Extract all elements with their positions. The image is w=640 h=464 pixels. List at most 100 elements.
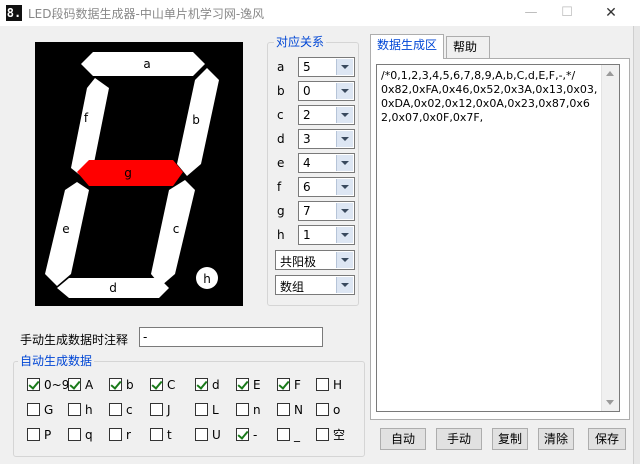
note-input[interactable]: - [139,327,323,347]
title-bar: 8. LED段码数据生成器-中山单片机学习网-逸风 — ☐ ✕ [0,0,640,26]
checkbox-checked-icon[interactable] [150,378,163,391]
tab-help[interactable]: 帮助 [446,36,490,58]
auto-gen-checkbox[interactable]: h [68,402,106,418]
auto-gen-checkbox[interactable]: A [68,377,106,393]
auto-gen-checkbox-label: C [167,378,176,392]
checkbox-unchecked-icon[interactable] [195,403,208,416]
checkbox-unchecked-icon[interactable] [195,428,208,441]
mapping-label-c: c [277,108,284,122]
auto-gen-checkbox-label: G [44,403,54,417]
mapping-value-b: 0 [303,84,311,98]
save-button[interactable]: 保存 [588,428,626,450]
chevron-down-icon[interactable] [336,203,353,219]
window-title: LED段码数据生成器-中山单片机学习网-逸风 [28,7,265,21]
auto-gen-checkbox[interactable]: n [236,402,274,418]
auto-gen-checkbox[interactable]: 空 [316,427,354,443]
checkbox-unchecked-icon[interactable] [316,378,329,391]
auto-gen-checkbox[interactable]: _ [277,427,315,443]
auto-gen-checkbox[interactable]: N [277,402,315,418]
checkbox-unchecked-icon[interactable] [277,428,290,441]
clear-button[interactable]: 清除 [538,428,574,450]
checkbox-unchecked-icon[interactable] [27,428,40,441]
checkbox-unchecked-icon[interactable] [236,403,249,416]
checkbox-unchecked-icon[interactable] [68,403,81,416]
checkbox-checked-icon[interactable] [236,378,249,391]
auto-gen-checkbox[interactable]: d [195,377,233,393]
checkbox-checked-icon[interactable] [68,378,81,391]
checkbox-unchecked-icon[interactable] [277,403,290,416]
maximize-button[interactable]: ☐ [552,2,582,24]
auto-gen-checkbox-label: r [126,428,131,442]
minimize-button[interactable]: — [516,2,546,24]
segment-label-c: c [173,222,180,236]
auto-gen-checkbox[interactable]: 0~9 [27,377,69,393]
output-text: /*0,1,2,3,4,5,6,7,8,9,A,b,C,d,E,F,-,*/ 0… [381,69,598,124]
checkbox-unchecked-icon[interactable] [316,403,329,416]
mapping-value-a: 5 [303,60,311,74]
vertical-scrollbar[interactable] [601,65,619,411]
auto-gen-checkbox[interactable]: t [150,427,188,443]
auto-gen-checkbox[interactable]: - [236,427,274,443]
mapping-label-f: f [277,180,282,194]
auto-gen-checkbox[interactable]: c [109,402,147,418]
checkbox-unchecked-icon[interactable] [27,403,40,416]
chevron-down-icon[interactable] [336,179,353,195]
chevron-down-icon[interactable] [336,59,353,75]
chevron-down-icon[interactable] [336,227,353,243]
checkbox-unchecked-icon[interactable] [150,403,163,416]
mapping-select-g[interactable]: 7 [298,201,355,221]
auto-gen-checkbox[interactable]: C [150,377,188,393]
mapping-select-a[interactable]: 5 [298,57,355,77]
auto-gen-checkbox[interactable]: L [195,402,233,418]
auto-gen-checkbox[interactable]: q [68,427,106,443]
auto-gen-checkbox-label: c [126,403,133,417]
scroll-down-icon[interactable] [606,400,614,405]
polarity-select[interactable]: 共阳极 [275,250,355,270]
mapping-select-c[interactable]: 2 [298,105,355,125]
mapping-select-d[interactable]: 3 [298,129,355,149]
auto-gen-checkbox[interactable]: J [150,402,188,418]
scroll-up-icon[interactable] [606,71,614,76]
auto-gen-checkbox[interactable]: P [27,427,65,443]
segment-label-e: e [62,222,69,236]
output-textarea[interactable]: /*0,1,2,3,4,5,6,7,8,9,A,b,C,d,E,F,-,*/ 0… [376,64,620,412]
auto-gen-checkbox[interactable]: o [316,402,354,418]
chevron-down-icon[interactable] [336,107,353,123]
manual-button[interactable]: 手动 [436,428,482,450]
auto-gen-checkbox[interactable]: H [316,377,354,393]
mapping-select-f[interactable]: 6 [298,177,355,197]
chevron-down-icon[interactable] [336,83,353,99]
auto-gen-checkbox-label: n [253,403,261,417]
checkbox-unchecked-icon[interactable] [109,428,122,441]
auto-gen-checkbox[interactable]: r [109,427,147,443]
chevron-down-icon[interactable] [336,131,353,147]
checkbox-checked-icon[interactable] [109,378,122,391]
checkbox-unchecked-icon[interactable] [150,428,163,441]
chevron-down-icon[interactable] [336,155,353,171]
auto-gen-checkbox[interactable]: F [277,377,315,393]
close-button[interactable]: ✕ [596,2,626,24]
mapping-select-b[interactable]: 0 [298,81,355,101]
auto-gen-checkbox[interactable]: E [236,377,274,393]
chevron-down-icon[interactable] [336,277,353,293]
auto-gen-checkbox[interactable]: U [195,427,233,443]
chevron-down-icon[interactable] [336,252,353,268]
checkbox-checked-icon[interactable] [27,378,40,391]
auto-gen-checkbox-label: 空 [333,428,346,442]
auto-gen-checkbox-label: J [167,403,171,417]
format-select[interactable]: 数组 [275,275,355,295]
tab-data-generation[interactable]: 数据生成区 [370,34,444,59]
auto-gen-checkbox[interactable]: G [27,402,65,418]
mapping-select-e[interactable]: 4 [298,153,355,173]
checkbox-checked-icon[interactable] [195,378,208,391]
mapping-select-h[interactable]: 1 [298,225,355,245]
checkbox-unchecked-icon[interactable] [316,428,329,441]
auto-gen-checkbox[interactable]: b [109,377,147,393]
checkbox-checked-icon[interactable] [277,378,290,391]
auto-gen-checkbox-label: _ [294,428,300,442]
checkbox-unchecked-icon[interactable] [109,403,122,416]
copy-button[interactable]: 复制 [492,428,528,450]
checkbox-unchecked-icon[interactable] [68,428,81,441]
auto-button[interactable]: 自动 [380,428,426,450]
checkbox-checked-icon[interactable] [236,428,249,441]
